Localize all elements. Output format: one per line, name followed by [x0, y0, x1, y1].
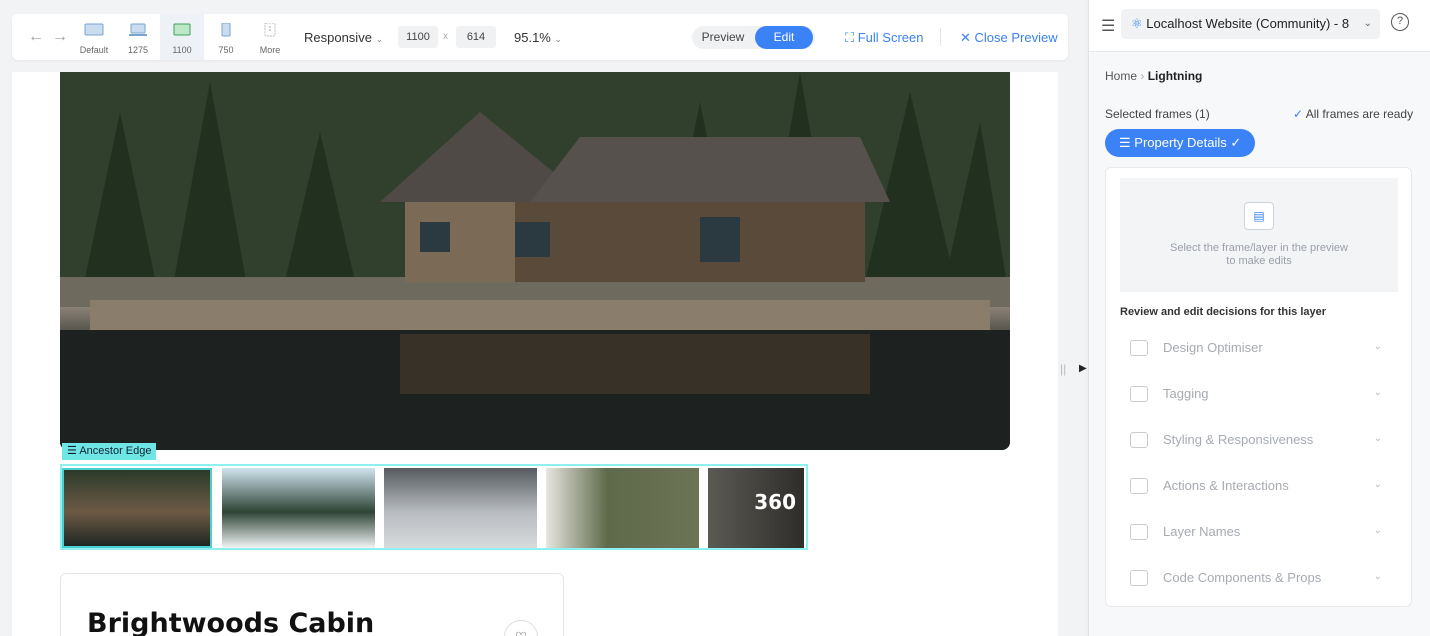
width-input[interactable]: 1100: [398, 26, 438, 48]
toolbar-divider: [940, 28, 941, 46]
breadcrumb-home[interactable]: Home: [1105, 69, 1137, 83]
property-card: Brightwoods Cabin ♡: [60, 573, 564, 636]
preview-canvas: ☰ Ancestor Edge 360 Brightwoods Cabin ♡: [12, 72, 1058, 636]
actions-icon: [1130, 478, 1148, 494]
layer-edit-box: ▤ Select the frame/layer in the preview …: [1105, 167, 1412, 607]
device-1100-button[interactable]: 1100: [160, 14, 204, 60]
lines-icon: ☰: [67, 445, 77, 457]
badge-360-icon: 360: [754, 490, 796, 514]
device-more-button[interactable]: More: [248, 14, 292, 60]
zoom-dropdown[interactable]: 95.1% ⌄: [514, 30, 562, 45]
full-screen-button[interactable]: ⛶ Full Screen: [845, 30, 923, 46]
tablet-landscape-icon: [173, 23, 191, 36]
chevron-down-icon: ⌄: [1373, 387, 1382, 398]
thumbnail-1[interactable]: [62, 468, 212, 548]
frames-ready-status: ✓ All frames are ready: [1293, 107, 1414, 121]
back-arrow-icon[interactable]: ←: [28, 28, 44, 46]
splitter-handle[interactable]: ||: [1060, 362, 1066, 376]
design-optimiser-icon: [1130, 340, 1148, 356]
section-code-components-props[interactable]: Code Components & Props ⌄: [1120, 562, 1392, 594]
layer-names-icon: [1130, 524, 1148, 540]
cabin-illustration: [60, 72, 1010, 450]
tablet-portrait-icon: [221, 23, 231, 37]
chevron-down-icon: ⌄: [1373, 341, 1382, 352]
preview-mode-button[interactable]: Preview: [694, 26, 752, 49]
section-layer-names[interactable]: Layer Names ⌄: [1120, 516, 1392, 548]
close-preview-button[interactable]: ✕ Close Preview: [960, 30, 1058, 46]
help-icon[interactable]: ?: [1391, 13, 1409, 31]
review-heading: Review and edit decisions for this layer: [1120, 306, 1327, 318]
breadcrumb: Home › Lightning: [1105, 69, 1202, 83]
responsive-dropdown[interactable]: Responsive ⌄: [304, 30, 383, 45]
edit-panel: ☰ ⚛ Localhost Website (Community) - 8 ⌄ …: [1088, 0, 1430, 636]
edit-mode-button[interactable]: Edit: [755, 26, 813, 49]
ancestor-edge-label[interactable]: ☰ Ancestor Edge: [62, 443, 157, 460]
thumbnail-4[interactable]: [546, 468, 699, 548]
expand-icon: ⛶: [845, 30, 855, 45]
empty-state: ▤ Select the frame/layer in the preview …: [1120, 178, 1398, 292]
chevron-right-icon: ›: [1140, 69, 1148, 83]
thumbnail-360[interactable]: 360: [708, 468, 804, 548]
tagging-icon: [1130, 386, 1148, 402]
chevron-down-icon: ⌄: [1373, 433, 1382, 444]
section-actions-interactions[interactable]: Actions & Interactions ⌄: [1120, 470, 1392, 502]
selected-frame-pill[interactable]: ☰ Property Details ✓: [1105, 129, 1256, 157]
code-components-icon: [1130, 570, 1148, 586]
forward-arrow-icon[interactable]: →: [52, 28, 68, 46]
section-tagging[interactable]: Tagging ⌄: [1120, 378, 1392, 410]
section-styling-responsiveness[interactable]: Styling & Responsiveness ⌄: [1120, 424, 1392, 456]
chevron-down-icon: ⌄: [1373, 479, 1382, 490]
atom-icon: ⚛: [1131, 16, 1143, 31]
section-design-optimiser[interactable]: Design Optimiser ⌄: [1120, 332, 1392, 364]
preview-area: ← → Default 1275 1100 750 More Responsiv…: [0, 0, 1087, 636]
select-layer-icon: ▤: [1244, 202, 1274, 230]
collapse-panel-arrow-icon[interactable]: ▶: [1079, 363, 1087, 374]
preview-toolbar: ← → Default 1275 1100 750 More Responsiv…: [12, 14, 1068, 60]
chevron-down-icon: ⌄: [554, 34, 563, 44]
device-1275-button[interactable]: 1275: [116, 14, 160, 60]
thumbnail-3[interactable]: [384, 468, 537, 548]
chevron-down-icon: ⌄: [1373, 571, 1382, 582]
styling-icon: [1130, 432, 1148, 448]
site-selector[interactable]: ⚛ Localhost Website (Community) - 8 ⌄: [1121, 9, 1380, 39]
chevron-down-icon: ⌄: [1363, 18, 1372, 29]
device-750-button[interactable]: 750: [204, 14, 248, 60]
dimension-separator: x: [443, 31, 448, 42]
lines-icon: ☰: [1119, 135, 1131, 150]
chevron-down-icon: ⌄: [375, 34, 384, 44]
hamburger-menu-icon[interactable]: ☰: [1101, 16, 1115, 36]
thumbnail-2[interactable]: [222, 468, 375, 548]
chevron-down-icon: ⌄: [1373, 525, 1382, 536]
site-name: Localhost Website (Community) - 8: [1146, 16, 1350, 31]
device-default-button[interactable]: Default: [72, 14, 116, 60]
property-title: Brightwoods Cabin: [87, 608, 375, 636]
thumbnail-strip: 360: [60, 464, 808, 550]
check-circle-icon: ✓: [1230, 135, 1242, 150]
panel-header: ☰ ⚛ Localhost Website (Community) - 8 ⌄ …: [1089, 0, 1430, 52]
hero-image[interactable]: [60, 72, 1010, 450]
height-input[interactable]: 614: [456, 26, 496, 48]
favorite-heart-icon[interactable]: ♡: [504, 620, 538, 636]
empty-text-line2: to make edits: [1226, 255, 1292, 267]
empty-text-line1: Select the frame/layer in the preview: [1170, 242, 1348, 254]
monitor-icon: [84, 23, 104, 36]
selected-frames-count: Selected frames (1): [1105, 107, 1210, 121]
check-circle-icon: ✓: [1293, 107, 1304, 121]
more-dots-icon: [264, 23, 276, 37]
breadcrumb-current: Lightning: [1147, 69, 1203, 83]
close-icon: ✕: [960, 30, 971, 45]
mode-toggle: Preview Edit: [692, 26, 815, 49]
laptop-icon: [129, 23, 147, 36]
